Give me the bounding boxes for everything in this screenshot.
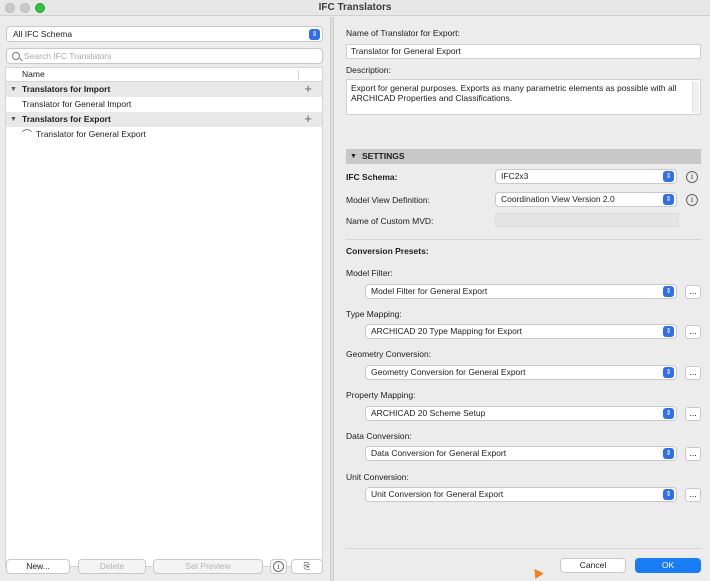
import-file-button[interactable]: ⎘ <box>291 559 323 574</box>
window-title: IFC Translators <box>318 2 392 13</box>
info-icon: i <box>273 561 284 572</box>
title-bar: IFC Translators <box>0 0 710 16</box>
schema-filter-select[interactable]: All IFC Schema ⇕ <box>6 26 323 42</box>
stepper-icon: ⇕ <box>663 194 674 205</box>
mvd-info-icon[interactable]: i <box>686 194 698 206</box>
group-row-export[interactable]: ▼ Translators for Export + <box>6 111 322 127</box>
mvd-label: Model View Definition: <box>346 195 430 205</box>
translator-list: Name ▼ Translators for Import + Translat… <box>5 67 323 567</box>
ifc-schema-info-icon[interactable]: i <box>686 171 698 183</box>
data-conversion-label: Data Conversion: <box>346 431 412 441</box>
custom-mvd-label: Name of Custom MVD: <box>346 216 434 226</box>
stepper-icon: ⇕ <box>663 489 674 500</box>
cancel-button[interactable]: Cancel <box>560 558 626 573</box>
disclosure-triangle-icon[interactable]: ▼ <box>10 112 17 127</box>
set-preview-button[interactable]: Set Preview <box>153 559 263 574</box>
description-label: Description: <box>346 65 391 75</box>
schema-filter-value: All IFC Schema <box>13 29 73 39</box>
translator-name-field[interactable]: Translator for General Export <box>346 44 701 59</box>
translator-list-pane: All IFC Schema ⇕ Name ▼ Translators for … <box>0 17 330 581</box>
document-import-icon: ⎘ <box>303 561 311 571</box>
conversion-presets-label: Conversion Presets: <box>346 246 429 256</box>
ifc-schema-select[interactable]: IFC2x3 ⇕ <box>495 169 677 184</box>
divider <box>346 239 701 240</box>
ifc-schema-label: IFC Schema: <box>346 172 398 182</box>
group-row-import[interactable]: ▼ Translators for Import + <box>6 81 322 97</box>
unit-conversion-select[interactable]: Unit Conversion for General Export ⇕ <box>365 487 677 502</box>
add-import-translator-button[interactable]: + <box>304 81 312 96</box>
new-button[interactable]: New... <box>6 559 70 574</box>
search-input[interactable] <box>24 50 314 62</box>
data-conversion-select[interactable]: Data Conversion for General Export ⇕ <box>365 446 677 461</box>
ifc-schema-value: IFC2x3 <box>501 171 529 181</box>
stepper-icon: ⇕ <box>663 286 674 297</box>
geometry-conversion-more-button[interactable]: ... <box>685 366 701 380</box>
model-filter-select[interactable]: Model Filter for General Export ⇕ <box>365 284 677 299</box>
type-mapping-select[interactable]: ARCHICAD 20 Type Mapping for Export ⇕ <box>365 324 677 339</box>
data-conversion-more-button[interactable]: ... <box>685 447 701 461</box>
type-mapping-more-button[interactable]: ... <box>685 325 701 339</box>
description-field[interactable]: Export for general purposes. Exports as … <box>346 79 701 115</box>
property-mapping-select[interactable]: ARCHICAD 20 Scheme Setup ⇕ <box>365 406 677 421</box>
ok-button[interactable]: OK <box>635 558 701 573</box>
export-translator-icon: ⌒ <box>22 130 32 141</box>
settings-section-header[interactable]: ▼ SETTINGS <box>346 149 701 164</box>
translator-settings-pane: Name of Translator for Export: Translato… <box>334 17 710 581</box>
mvd-select[interactable]: Coordination View Version 2.0 ⇕ <box>495 192 677 207</box>
description-scrollbar[interactable] <box>692 81 699 113</box>
geometry-conversion-label: Geometry Conversion: <box>346 349 432 359</box>
group-label: Translators for Export <box>22 114 111 124</box>
search-icon <box>12 52 20 60</box>
unit-conversion-more-button[interactable]: ... <box>685 488 701 502</box>
stepper-icon: ⇕ <box>663 326 674 337</box>
disclosure-triangle-icon[interactable]: ▼ <box>10 82 17 97</box>
geometry-conversion-select[interactable]: Geometry Conversion for General Export ⇕ <box>365 365 677 380</box>
search-box[interactable] <box>6 48 323 64</box>
stepper-icon: ⇕ <box>663 171 674 182</box>
model-filter-more-button[interactable]: ... <box>685 285 701 299</box>
stepper-icon: ⇕ <box>309 29 320 40</box>
add-export-translator-button[interactable]: + <box>304 111 312 126</box>
model-filter-label: Model Filter: <box>346 268 393 278</box>
unit-conversion-label: Unit Conversion: <box>346 472 409 482</box>
delete-button[interactable]: Delete <box>78 559 146 574</box>
column-header-name[interactable]: Name <box>6 68 322 82</box>
mvd-value: Coordination View Version 2.0 <box>501 194 615 204</box>
list-item-label: Translator for General Import <box>22 99 132 109</box>
property-mapping-more-button[interactable]: ... <box>685 407 701 421</box>
info-button[interactable]: i <box>270 559 287 574</box>
translator-name-label: Name of Translator for Export: <box>346 28 460 38</box>
divider <box>346 548 701 549</box>
property-mapping-label: Property Mapping: <box>346 390 416 400</box>
type-mapping-label: Type Mapping: <box>346 309 402 319</box>
list-item[interactable]: Translator for General Import <box>6 97 322 112</box>
stepper-icon: ⇕ <box>663 367 674 378</box>
description-text: Export for general purposes. Exports as … <box>351 83 677 103</box>
custom-mvd-field[interactable] <box>495 213 679 227</box>
list-item-label: Translator for General Export <box>36 129 146 139</box>
list-item-selected[interactable]: ⌒ Translator for General Export <box>6 127 322 142</box>
stepper-icon: ⇕ <box>663 408 674 419</box>
group-label: Translators for Import <box>22 84 111 94</box>
disclosure-triangle-icon[interactable]: ▼ <box>350 149 357 164</box>
stepper-icon: ⇕ <box>663 448 674 459</box>
